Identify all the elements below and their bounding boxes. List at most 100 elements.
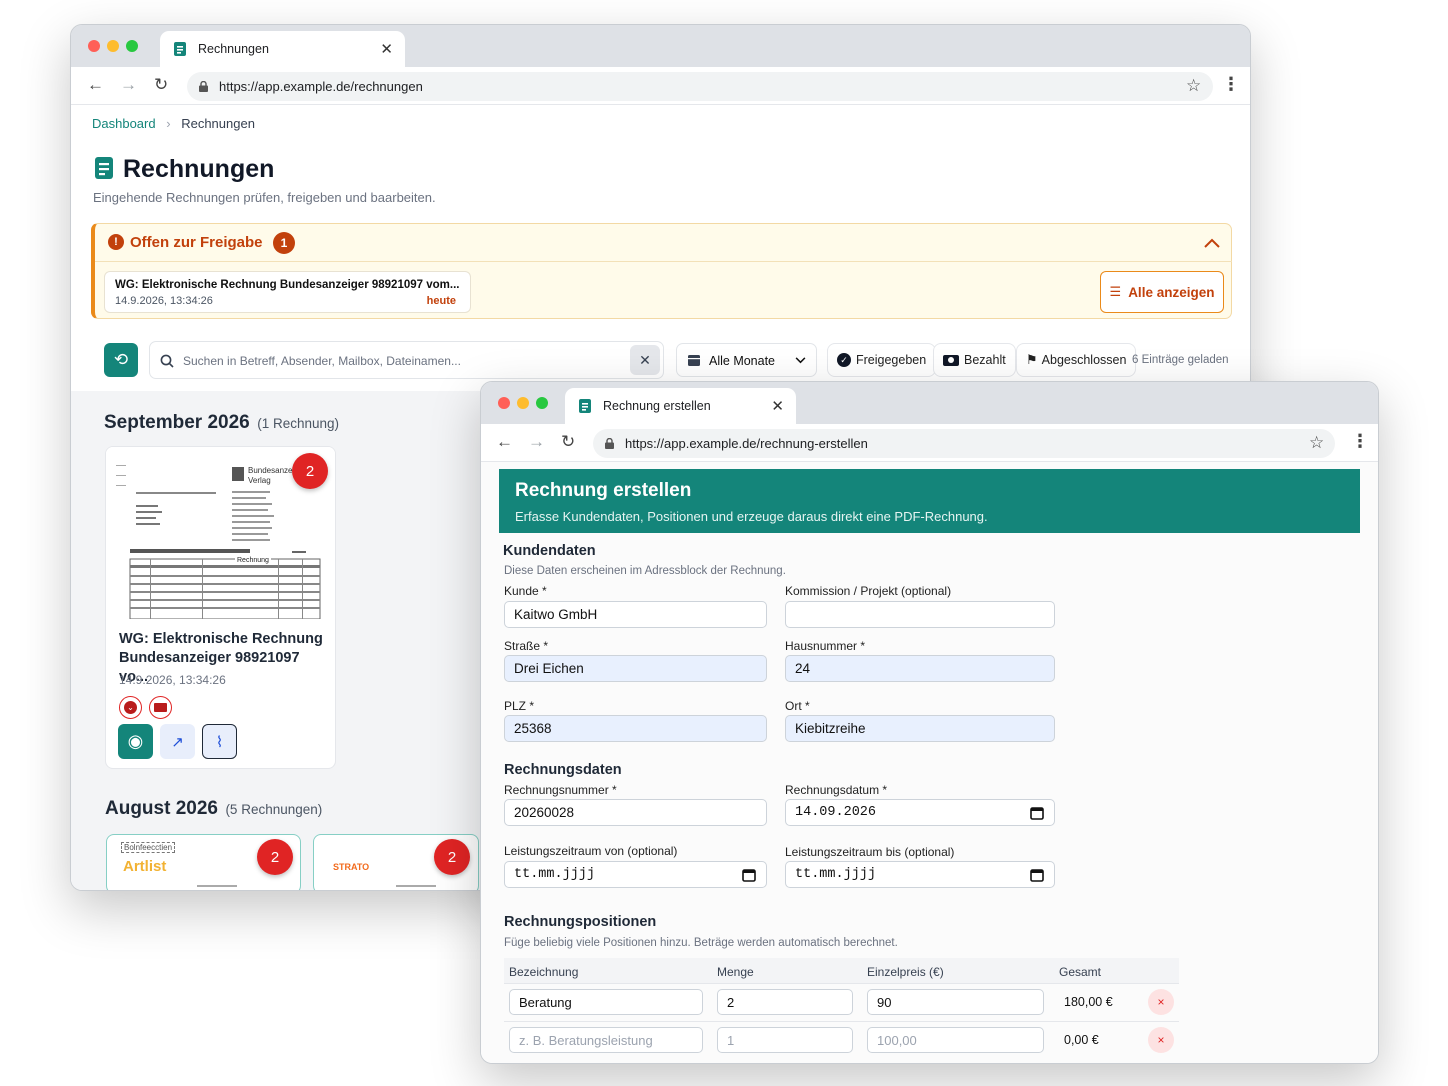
calendar-icon[interactable] xyxy=(1030,868,1044,882)
open-external-button[interactable]: ↗ xyxy=(160,724,195,759)
row-quantity-input[interactable]: 1 xyxy=(717,1027,853,1053)
invoice-attachment-count-badge: 2 xyxy=(434,839,470,875)
invoice-icon xyxy=(95,157,113,179)
chevron-down-icon xyxy=(795,357,806,364)
invoice-date-label: Rechnungsdatum * xyxy=(785,783,888,797)
minimize-window-button[interactable] xyxy=(107,40,119,52)
calendar-icon[interactable] xyxy=(1030,806,1044,820)
browser-menu-icon[interactable]: ⋮ xyxy=(1351,431,1369,452)
search-input[interactable]: Suchen in Betreff, Absender, Mailbox, Da… xyxy=(183,354,461,368)
section-customer: Kundendaten xyxy=(503,543,596,559)
bookmark-star-icon[interactable]: ☆ xyxy=(1309,433,1324,453)
section-positions-hint: Füge beliebig viele Positionen hinzu. Be… xyxy=(504,937,898,949)
show-all-label: Alle anzeigen xyxy=(1128,284,1215,300)
street-label: Straße * xyxy=(504,639,549,653)
tab-title: Rechnungen xyxy=(198,42,269,56)
project-label: Kommission / Projekt (optional) xyxy=(785,584,952,598)
breadcrumb-dashboard-link[interactable]: Dashboard xyxy=(92,116,156,131)
project-input[interactable] xyxy=(785,601,1055,628)
form-page: Rechnung erstellen Erfasse Kundendaten, … xyxy=(481,462,1378,1063)
remove-row-button[interactable]: × xyxy=(1148,1027,1174,1053)
row-price-input[interactable]: 90 xyxy=(867,989,1044,1015)
period-to-input[interactable]: tt.mm.jjjj xyxy=(785,861,1055,888)
filter-closed-button[interactable]: ⚑ Abgeschlossen xyxy=(1016,343,1137,377)
bookmark-star-icon[interactable]: ☆ xyxy=(1186,76,1201,96)
breadcrumb-current: Rechnungen xyxy=(181,116,255,131)
search-box[interactable]: Suchen in Betreff, Absender, Mailbox, Da… xyxy=(149,341,664,379)
filter-released-button[interactable]: ✓ Freigegeben xyxy=(827,343,937,377)
lock-icon xyxy=(199,81,208,92)
address-bar[interactable]: https://app.example.de/rechnung-erstelle… xyxy=(593,429,1335,458)
filter-released-label: Freigegeben xyxy=(856,353,927,367)
minimize-window-button[interactable] xyxy=(517,397,529,409)
row-price-input[interactable]: 100,00 xyxy=(867,1027,1044,1053)
row-description-input[interactable]: Beratung xyxy=(509,989,703,1015)
tab-rechnung-erstellen[interactable]: Rechnung erstellen ✕ xyxy=(565,388,796,424)
invoice-number-label: Rechnungsnummer * xyxy=(504,783,617,797)
calendar-icon xyxy=(688,355,700,366)
close-tab-icon[interactable]: ✕ xyxy=(380,40,393,58)
row-description-input[interactable]: z. B. Beratungsleistung xyxy=(509,1027,703,1053)
pending-count-badge: 1 xyxy=(273,232,295,254)
row-total: 180,00 € xyxy=(1064,995,1113,1009)
section-positions: Rechnungspositionen xyxy=(504,914,657,930)
filter-closed-label: Abgeschlossen xyxy=(1041,353,1127,367)
attachment-button[interactable]: ⌇ xyxy=(202,724,237,759)
house-number-label: Hausnummer * xyxy=(785,639,866,653)
maximize-window-button[interactable] xyxy=(126,40,138,52)
header-unit-price: Einzelpreis (€) xyxy=(867,965,944,979)
customer-label: Kunde * xyxy=(504,584,547,598)
reload-icon[interactable]: ↻ xyxy=(154,75,168,95)
url-text: https://app.example.de/rechnungen xyxy=(219,79,423,94)
group-month: August 2026 xyxy=(105,798,218,819)
breadcrumb: Dashboard › Rechnungen xyxy=(92,116,255,131)
invoice-date-input[interactable]: 14.09.2026 xyxy=(785,799,1055,826)
back-icon[interactable]: ← xyxy=(496,432,513,452)
status-paid-icon xyxy=(149,696,172,719)
row-total: 0,00 € xyxy=(1064,1033,1099,1047)
chevron-up-icon[interactable] xyxy=(1204,238,1220,248)
back-icon[interactable]: ← xyxy=(87,75,104,95)
pending-item-title: WG: Elektronische Rechnung Bundesanzeige… xyxy=(115,279,460,291)
tab-strip: Rechnungen ✕ xyxy=(71,25,1250,67)
customer-input[interactable]: Kaitwo GmbH xyxy=(504,601,767,628)
tab-rechnungen[interactable]: Rechnungen ✕ xyxy=(160,31,405,67)
forward-icon[interactable]: → xyxy=(528,432,545,452)
street-input[interactable]: Drei Eichen xyxy=(504,655,767,682)
thumbnail-logo: Bundesanzeiger Verlag xyxy=(248,466,306,485)
row-quantity-input[interactable]: 2 xyxy=(717,989,853,1015)
city-input[interactable]: Kiebitzreihe xyxy=(785,715,1055,742)
view-button[interactable]: ◉ xyxy=(118,724,153,759)
close-window-button[interactable] xyxy=(88,40,100,52)
zip-input[interactable]: 25368 xyxy=(504,715,767,742)
filter-paid-button[interactable]: Bezahlt xyxy=(933,343,1016,377)
browser-menu-icon[interactable]: ⋮ xyxy=(1222,74,1240,95)
close-tab-icon[interactable]: ✕ xyxy=(771,397,784,415)
thumbnail-stamp: Bolnfeecctien xyxy=(121,842,176,853)
form-banner: Rechnung erstellen Erfasse Kundendaten, … xyxy=(499,469,1360,533)
invoice-date-value: 14.09.2026 xyxy=(795,805,877,820)
clear-search-button[interactable]: ✕ xyxy=(630,345,660,375)
address-bar[interactable]: https://app.example.de/rechnungen xyxy=(187,72,1213,101)
pending-header[interactable]: ! Offen zur Freigabe 1 xyxy=(95,224,1232,262)
invoice-card[interactable]: Bundesanzeiger Verlag Rechnung WG: Elekt… xyxy=(105,446,336,769)
url-text: https://app.example.de/rechnung-erstelle… xyxy=(625,436,868,451)
invoice-icon xyxy=(579,399,591,413)
period-from-input[interactable]: tt.mm.jjjj xyxy=(504,861,767,888)
month-select-value: Alle Monate xyxy=(709,354,776,368)
window-controls xyxy=(498,397,548,409)
show-all-button[interactable]: ☰ Alle anzeigen xyxy=(1100,271,1224,313)
remove-row-button[interactable]: × xyxy=(1148,989,1174,1015)
refresh-button[interactable]: ⟲ xyxy=(104,343,138,377)
house-number-input[interactable]: 24 xyxy=(785,655,1055,682)
close-window-button[interactable] xyxy=(498,397,510,409)
month-select[interactable]: Alle Monate xyxy=(676,343,817,377)
invoice-number-input[interactable]: 20260028 xyxy=(504,799,767,826)
forward-icon[interactable]: → xyxy=(120,75,137,95)
period-from-label: Leistungszeitraum von (optional) xyxy=(504,844,678,858)
reload-icon[interactable]: ↻ xyxy=(561,432,575,452)
maximize-window-button[interactable] xyxy=(536,397,548,409)
pending-title: Offen zur Freigabe xyxy=(130,234,263,251)
pending-item[interactable]: WG: Elektronische Rechnung Bundesanzeige… xyxy=(104,271,471,313)
calendar-icon[interactable] xyxy=(742,868,756,882)
